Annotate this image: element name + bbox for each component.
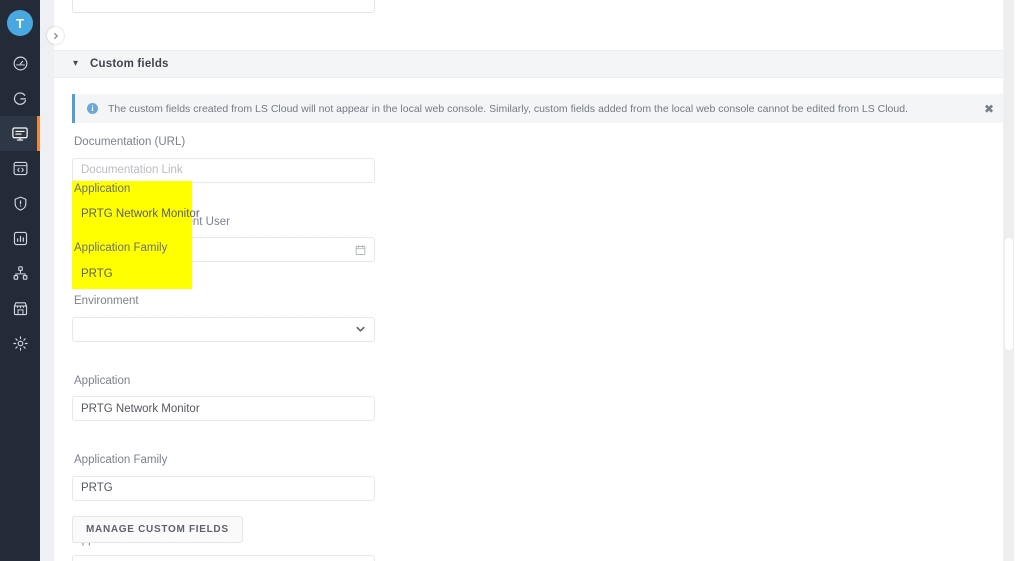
expand-sidebar-button[interactable] bbox=[47, 27, 64, 44]
calendar-icon[interactable] bbox=[355, 244, 366, 255]
left-icon-rail: T bbox=[0, 0, 40, 561]
info-banner-text: The custom fields created from LS Cloud … bbox=[108, 102, 908, 115]
topology-nodes-icon bbox=[12, 265, 29, 282]
vertical-scrollbar-track[interactable] bbox=[1004, 0, 1014, 561]
app-logo-avatar[interactable]: T bbox=[7, 10, 33, 36]
logicmonitor-g-icon bbox=[12, 90, 29, 107]
info-icon: i bbox=[87, 103, 98, 114]
sidebar-item-reports[interactable] bbox=[0, 221, 40, 256]
environment-select[interactable] bbox=[72, 316, 375, 342]
highlight-value-application-family: PRTG bbox=[81, 268, 113, 280]
store-exchange-icon bbox=[12, 300, 29, 317]
sidebar-item-logs[interactable] bbox=[0, 151, 40, 186]
sidebar-item-dashboard[interactable] bbox=[0, 46, 40, 81]
application-owner-input[interactable] bbox=[72, 555, 375, 561]
sidebar-item-settings[interactable] bbox=[0, 326, 40, 361]
field-label: Environment bbox=[74, 295, 139, 307]
field-label: Application Family bbox=[74, 454, 168, 466]
highlight-label-application: Application bbox=[74, 183, 131, 195]
field-value: PRTG Network Monitor bbox=[81, 402, 200, 415]
application-input[interactable]: PRTG Network Monitor bbox=[72, 396, 375, 421]
sidebar-item-devices[interactable] bbox=[0, 116, 40, 151]
app-root: T ▾ Custom fields i The custom fields cr… bbox=[0, 0, 1024, 561]
field-application: Application PRTG Network Monitor bbox=[72, 374, 672, 421]
highlight-value-application: PRTG Network Monitor bbox=[81, 208, 200, 220]
dashboard-speedometer-icon bbox=[12, 55, 29, 72]
field-environment: Environment bbox=[72, 295, 672, 342]
code-window-icon bbox=[12, 160, 29, 177]
field-documentation-url: Documentation (URL) Documentation Link bbox=[72, 136, 672, 183]
rail-gutter bbox=[40, 0, 54, 561]
chevron-right-icon bbox=[52, 27, 60, 45]
chevron-down-icon[interactable] bbox=[355, 324, 366, 335]
documentation-url-input[interactable]: Documentation Link bbox=[72, 157, 375, 183]
field-application-family: Application Family PRTG bbox=[72, 454, 672, 501]
field-placeholder: Documentation Link bbox=[81, 164, 183, 176]
close-icon[interactable]: ✖ bbox=[984, 103, 994, 115]
sidebar-item-resources[interactable] bbox=[0, 81, 40, 116]
info-banner: i The custom fields created from LS Clou… bbox=[72, 94, 1004, 123]
vertical-scrollbar-thumb[interactable] bbox=[1005, 238, 1013, 350]
sidebar-item-alerts[interactable] bbox=[0, 186, 40, 221]
previous-field-input-stub[interactable] bbox=[72, 0, 375, 13]
sidebar-item-mapping[interactable] bbox=[0, 256, 40, 291]
shield-alert-icon bbox=[12, 195, 29, 212]
section-title: Custom fields bbox=[90, 58, 169, 70]
field-label: Application bbox=[74, 374, 131, 387]
field-value: PRTG bbox=[81, 482, 113, 494]
monitor-screen-icon bbox=[11, 125, 29, 143]
field-label: Documentation (URL) bbox=[74, 136, 186, 148]
sidebar-item-exchange[interactable] bbox=[0, 291, 40, 326]
highlight-label-application-family: Application Family bbox=[74, 242, 168, 254]
chevron-down-icon[interactable]: ▾ bbox=[73, 59, 86, 69]
application-family-input[interactable]: PRTG bbox=[72, 475, 375, 501]
manage-custom-fields-button[interactable]: MANAGE CUSTOM FIELDS bbox=[72, 516, 243, 543]
report-chart-icon bbox=[12, 230, 29, 247]
custom-fields-section-header[interactable]: ▾ Custom fields bbox=[54, 50, 1014, 78]
main-panel: ▾ Custom fields i The custom fields crea… bbox=[54, 0, 1014, 561]
gear-settings-icon bbox=[12, 335, 29, 352]
